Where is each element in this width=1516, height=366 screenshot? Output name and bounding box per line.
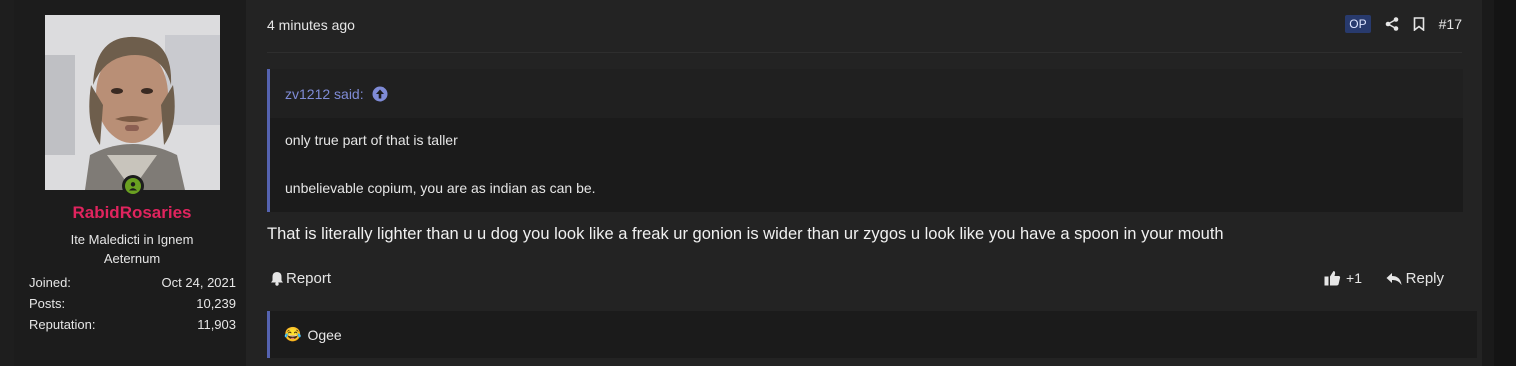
reply-button[interactable]: Reply bbox=[1386, 270, 1444, 287]
header-divider bbox=[267, 52, 1462, 53]
reply-arrow-icon bbox=[1386, 272, 1402, 286]
stat-label: Posts: bbox=[29, 296, 66, 311]
stat-value: Oct 24, 2021 bbox=[161, 275, 236, 290]
user-title: Ite Maledicti in Ignem Aeternum bbox=[70, 232, 194, 266]
arrow-up-circle-icon[interactable] bbox=[372, 86, 388, 102]
user-online-icon bbox=[125, 178, 141, 194]
user-stats: Joined: Oct 24, 2021 Posts: 10,239 Reput… bbox=[29, 274, 236, 337]
avatar-image bbox=[45, 15, 220, 190]
post-main: 4 minutes ago OP #17 zv1212 said: only t… bbox=[267, 0, 1482, 366]
quote-line: unbelievable copium, you are as indian a… bbox=[285, 180, 596, 196]
reply-label: Reply bbox=[1405, 270, 1444, 287]
op-badge: OP bbox=[1345, 15, 1371, 33]
quote-header[interactable]: zv1212 said: bbox=[270, 69, 1463, 118]
quote-body: only true part of that is taller unbelie… bbox=[270, 118, 1463, 198]
online-status bbox=[122, 175, 144, 197]
user-sidebar: RabidRosaries Ite Maledicti in Ignem Aet… bbox=[14, 0, 246, 366]
post-timestamp[interactable]: 4 minutes ago bbox=[267, 17, 355, 33]
post-header-actions: OP #17 bbox=[1345, 15, 1462, 33]
bookmark-icon[interactable] bbox=[1413, 17, 1425, 31]
report-button[interactable]: Report bbox=[270, 270, 331, 287]
thumbs-up-icon bbox=[1324, 270, 1341, 286]
username[interactable]: RabidRosaries bbox=[14, 203, 250, 223]
stat-value: 11,903 bbox=[197, 317, 236, 332]
post-number-link[interactable]: #17 bbox=[1439, 16, 1462, 32]
quote-block: zv1212 said: only true part of that is t… bbox=[267, 69, 1463, 212]
bell-icon bbox=[270, 271, 284, 286]
quote-author[interactable]: zv1212 said: bbox=[285, 86, 364, 102]
stat-joined: Joined: Oct 24, 2021 bbox=[29, 274, 236, 295]
forum-post: RabidRosaries Ite Maledicti in Ignem Aet… bbox=[14, 0, 1482, 366]
report-label: Report bbox=[286, 270, 332, 287]
stat-label: Joined: bbox=[29, 275, 71, 290]
post-message: That is literally lighter than u u dog y… bbox=[267, 225, 1224, 243]
stat-posts: Posts: 10,239 bbox=[29, 295, 236, 316]
stat-label: Reputation: bbox=[29, 317, 96, 332]
stat-reputation: Reputation: 11,903 bbox=[29, 316, 236, 337]
like-button[interactable]: +1 bbox=[1324, 270, 1362, 286]
stat-value: 10,239 bbox=[196, 296, 236, 311]
scroll-strip bbox=[1494, 0, 1516, 366]
share-icon[interactable] bbox=[1385, 17, 1399, 31]
laughing-emoji-icon: 😂 bbox=[284, 326, 302, 342]
reactions-bar[interactable]: 😂 Ogee bbox=[267, 311, 1477, 358]
avatar[interactable] bbox=[45, 15, 220, 190]
quote-line: only true part of that is taller bbox=[285, 132, 458, 148]
like-count: +1 bbox=[1346, 270, 1362, 286]
reaction-users[interactable]: Ogee bbox=[307, 327, 341, 343]
